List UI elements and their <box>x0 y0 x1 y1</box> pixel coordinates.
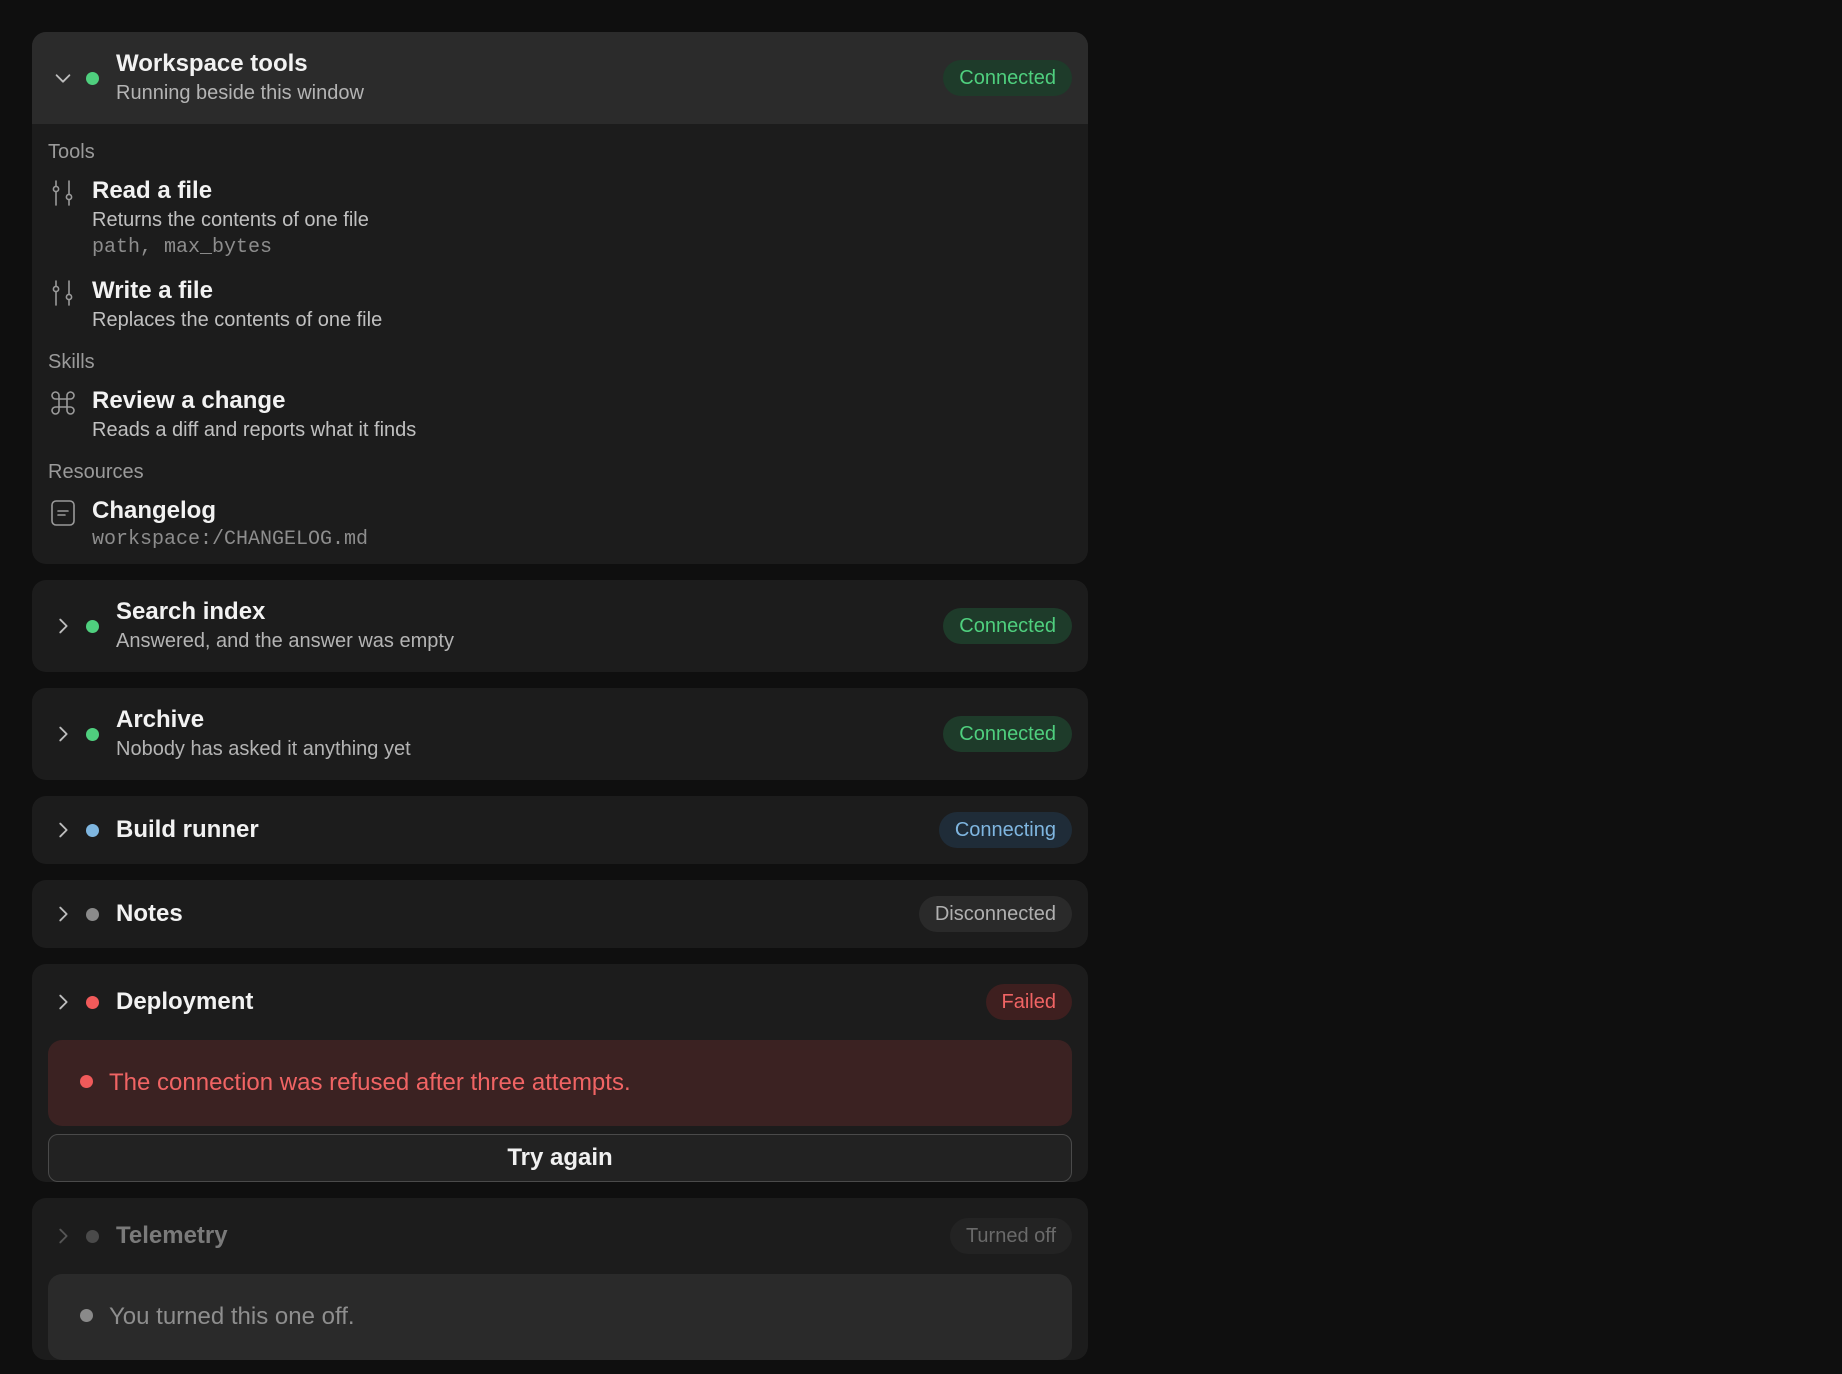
resource-item[interactable]: Changelog workspace:/CHANGELOG.md <box>48 496 1072 554</box>
skill-description: Reads a diff and reports what it finds <box>92 419 417 441</box>
server-card-search-index: Search index Answered, and the answer wa… <box>32 580 1088 672</box>
server-list: Workspace tools Running beside this wind… <box>32 32 1088 1360</box>
server-header-archive[interactable]: Archive Nobody has asked it anything yet… <box>32 688 1088 780</box>
error-message: The connection was refused after three a… <box>109 1069 631 1096</box>
chevron-right-icon[interactable] <box>46 717 80 751</box>
chevron-right-icon[interactable] <box>46 609 80 643</box>
try-again-button[interactable]: Try again <box>48 1134 1072 1182</box>
server-title: Telemetry <box>116 1222 228 1249</box>
skill-title: Review a change <box>92 387 286 414</box>
server-title: Archive <box>116 706 205 733</box>
status-dot <box>86 1229 99 1243</box>
server-card-build-runner: Build runner Connecting <box>32 796 1088 864</box>
server-header-telemetry[interactable]: Telemetry Turned off <box>32 1198 1088 1274</box>
status-badge: Failed <box>985 984 1072 1020</box>
chevron-down-icon[interactable] <box>46 61 80 95</box>
tool-item[interactable]: Read a file Returns the contents of one … <box>48 176 1072 262</box>
server-card-workspace-tools: Workspace tools Running beside this wind… <box>32 32 1088 564</box>
server-header-workspace-tools[interactable]: Workspace tools Running beside this wind… <box>32 32 1088 124</box>
server-subtitle: Nobody has asked it anything yet <box>116 738 411 760</box>
tool-title: Write a file <box>92 277 213 304</box>
status-dot <box>86 727 99 741</box>
server-header-deployment[interactable]: Deployment Failed <box>32 964 1088 1040</box>
server-title: Build runner <box>116 816 259 843</box>
sliders-icon <box>48 276 92 334</box>
server-header-search-index[interactable]: Search index Answered, and the answer wa… <box>32 580 1088 672</box>
server-title: Deployment <box>116 988 254 1015</box>
server-details: Tools Read a file Returns the contents o… <box>32 124 1088 564</box>
disabled-notice: You turned this one off. <box>48 1274 1072 1360</box>
tool-description: Returns the contents of one file <box>92 209 369 231</box>
server-header-notes[interactable]: Notes Disconnected <box>32 880 1088 948</box>
command-icon <box>48 386 92 444</box>
disabled-message: You turned this one off. <box>109 1303 355 1330</box>
info-dot-icon <box>80 1308 93 1322</box>
section-label-resources: Resources <box>48 461 144 483</box>
server-title: Workspace tools <box>116 50 308 77</box>
status-badge: Disconnected <box>918 896 1072 932</box>
server-subtitle: Answered, and the answer was empty <box>116 630 454 652</box>
chevron-right-icon[interactable] <box>46 897 80 931</box>
status-dot <box>86 907 99 921</box>
status-badge: Connected <box>943 608 1072 644</box>
status-badge: Turned off <box>949 1218 1072 1254</box>
sliders-icon <box>48 176 92 262</box>
skill-item[interactable]: Review a change Reads a diff and reports… <box>48 386 1072 444</box>
document-icon <box>48 496 92 554</box>
server-header-build-runner[interactable]: Build runner Connecting <box>32 796 1088 864</box>
status-dot <box>86 823 99 837</box>
status-badge: Connecting <box>938 812 1072 848</box>
status-dot <box>86 995 99 1009</box>
server-card-telemetry: Telemetry Turned off You turned this one… <box>32 1198 1088 1360</box>
section-label-tools: Tools <box>48 141 95 163</box>
server-subtitle: Running beside this window <box>116 82 364 104</box>
resource-uri: workspace:/CHANGELOG.md <box>92 528 369 551</box>
chevron-right-icon[interactable] <box>46 985 80 1019</box>
section-label-skills: Skills <box>48 351 95 373</box>
status-dot <box>86 619 99 633</box>
error-alert: The connection was refused after three a… <box>48 1040 1072 1126</box>
status-badge: Connected <box>943 60 1072 96</box>
error-dot-icon <box>80 1074 93 1088</box>
tool-params: path, max_bytes <box>92 236 273 259</box>
tool-item[interactable]: Write a file Replaces the contents of on… <box>48 276 1072 334</box>
status-badge: Connected <box>943 716 1072 752</box>
chevron-right-icon[interactable] <box>46 1219 80 1253</box>
server-title: Search index <box>116 598 266 625</box>
server-title: Notes <box>116 900 183 927</box>
status-dot <box>86 71 99 85</box>
server-card-notes: Notes Disconnected <box>32 880 1088 948</box>
tool-title: Read a file <box>92 177 213 204</box>
chevron-right-icon[interactable] <box>46 813 80 847</box>
tool-description: Replaces the contents of one file <box>92 309 383 331</box>
server-card-deployment: Deployment Failed The connection was ref… <box>32 964 1088 1182</box>
resource-title: Changelog <box>92 497 216 524</box>
server-card-archive: Archive Nobody has asked it anything yet… <box>32 688 1088 780</box>
